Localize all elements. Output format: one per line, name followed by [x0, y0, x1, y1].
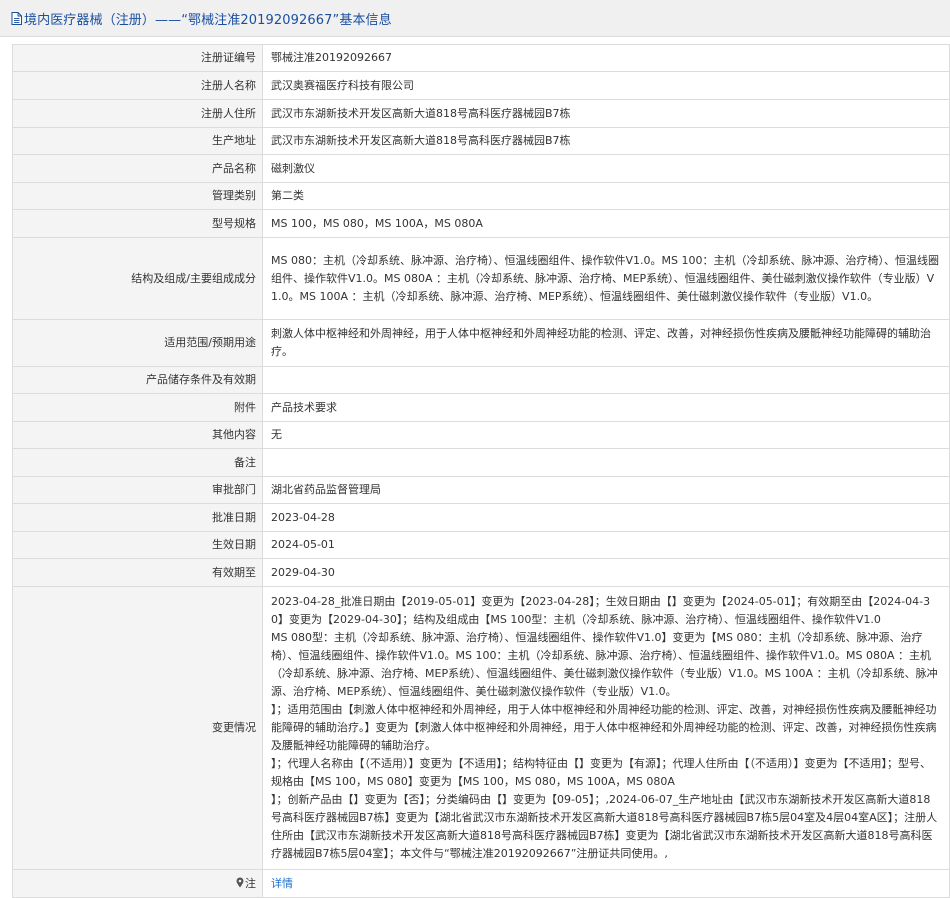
- table-row: 产品储存条件及有效期: [12, 366, 950, 394]
- table-row: 注册人名称 武汉奥赛福医疗科技有限公司: [12, 71, 950, 100]
- field-value: 武汉奥赛福医疗科技有限公司: [262, 71, 950, 100]
- field-label: 注册人名称: [12, 71, 263, 100]
- note-label-cell: 注: [12, 869, 263, 898]
- table-row: 管理类别 第二类: [12, 182, 950, 210]
- field-value: 磁刺激仪: [262, 154, 950, 183]
- field-value: 2023-04-28: [262, 503, 950, 532]
- field-value: 刺激人体中枢神经和外周神经，用于人体中枢神经和外周神经功能的检测、评定、改善，对…: [262, 319, 950, 367]
- field-label: 其他内容: [12, 421, 263, 449]
- field-label: 型号规格: [12, 209, 263, 238]
- field-value: 产品技术要求: [262, 393, 950, 422]
- info-table: 注册证编号 鄂械注准20192092667 注册人名称 武汉奥赛福医疗科技有限公…: [12, 44, 950, 898]
- field-label: 附件: [12, 393, 263, 422]
- note-row: 注 详情: [12, 869, 950, 898]
- field-value: 2024-05-01: [262, 531, 950, 559]
- table-row: 生效日期 2024-05-01: [12, 531, 950, 559]
- table-row: 型号规格 MS 100，MS 080，MS 100A，MS 080A: [12, 209, 950, 238]
- table-row: 变更情况 2023-04-28_批准日期由【2019-05-01】变更为【202…: [12, 586, 950, 870]
- note-label: 注: [245, 876, 256, 890]
- field-label: 批准日期: [12, 503, 263, 532]
- field-label: 生效日期: [12, 531, 263, 559]
- change-history-value: 2023-04-28_批准日期由【2019-05-01】变更为【2023-04-…: [262, 586, 950, 870]
- table-row: 审批部门 湖北省药品监督管理局: [12, 476, 950, 504]
- table-row: 附件 产品技术要求: [12, 393, 950, 422]
- field-label: 有效期至: [12, 558, 263, 587]
- details-link[interactable]: 详情: [271, 877, 293, 890]
- field-label: 备注: [12, 448, 263, 477]
- field-label: 产品储存条件及有效期: [12, 366, 263, 394]
- note-value-cell: 详情: [262, 869, 950, 898]
- field-value: 湖北省药品监督管理局: [262, 476, 950, 504]
- field-value: [262, 366, 950, 394]
- field-value: 无: [262, 421, 950, 449]
- field-value: MS 080：主机（冷却系统、脉冲源、治疗椅）、恒温线圈组件、操作软件V1.0。…: [262, 237, 950, 320]
- field-label: 适用范围/预期用途: [12, 319, 263, 367]
- page-header: 境内医疗器械（注册）——“鄂械注准20192092667”基本信息: [0, 0, 950, 37]
- field-label: 变更情况: [12, 586, 263, 870]
- table-row: 其他内容 无: [12, 421, 950, 449]
- table-row: 产品名称 磁刺激仪: [12, 154, 950, 183]
- table-row: 有效期至 2029-04-30: [12, 558, 950, 587]
- field-label: 注册证编号: [12, 44, 263, 72]
- field-label: 管理类别: [12, 182, 263, 210]
- field-value: MS 100，MS 080，MS 100A，MS 080A: [262, 209, 950, 238]
- field-label: 产品名称: [12, 154, 263, 183]
- table-row: 注册人住所 武汉市东湖新技术开发区高新大道818号高科医疗器械园B7栋: [12, 99, 950, 128]
- field-label: 生产地址: [12, 127, 263, 155]
- document-icon: [11, 11, 22, 25]
- table-row: 生产地址 武汉市东湖新技术开发区高新大道818号高科医疗器械园B7栋: [12, 127, 950, 155]
- field-label: 审批部门: [12, 476, 263, 504]
- field-value: 鄂械注准20192092667: [262, 44, 950, 72]
- field-label: 结构及组成/主要组成成分: [12, 237, 263, 320]
- table-row: 备注: [12, 448, 950, 477]
- field-value: [262, 448, 950, 477]
- field-value: 第二类: [262, 182, 950, 210]
- page-title: 境内医疗器械（注册）——“鄂械注准20192092667”基本信息: [24, 12, 392, 28]
- field-label: 注册人住所: [12, 99, 263, 128]
- table-row: 结构及组成/主要组成成分 MS 080：主机（冷却系统、脉冲源、治疗椅）、恒温线…: [12, 237, 950, 320]
- field-value: 武汉市东湖新技术开发区高新大道818号高科医疗器械园B7栋: [262, 127, 950, 155]
- field-value: 2029-04-30: [262, 558, 950, 587]
- map-pin-icon: [236, 877, 244, 888]
- table-row: 适用范围/预期用途 刺激人体中枢神经和外周神经，用于人体中枢神经和外周神经功能的…: [12, 319, 950, 367]
- table-row: 批准日期 2023-04-28: [12, 503, 950, 532]
- table-row: 注册证编号 鄂械注准20192092667: [12, 44, 950, 72]
- field-value: 武汉市东湖新技术开发区高新大道818号高科医疗器械园B7栋: [262, 99, 950, 128]
